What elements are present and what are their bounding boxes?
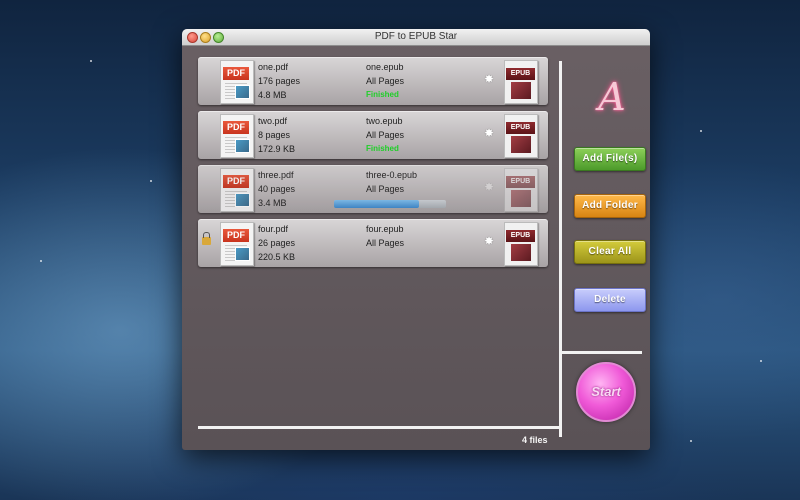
star-decoration [40, 260, 42, 262]
lock-icon [202, 232, 211, 245]
pdf-label: PDF [223, 121, 249, 134]
delete-button[interactable]: Delete [574, 288, 646, 312]
file-size: 220.5 KB [258, 252, 296, 262]
file-row[interactable]: PDF one.pdf 176 pages 4.8 MB one.epub Al… [198, 57, 548, 105]
add-folder-button[interactable]: Add Folder [574, 194, 646, 218]
gear-icon[interactable]: ✸ [484, 127, 494, 139]
add-files-button[interactable]: Add File(s) [574, 147, 646, 171]
vertical-divider [559, 61, 562, 437]
star-decoration [150, 180, 152, 182]
epub-file-icon: EPUB [504, 168, 538, 212]
pdf-file-icon: PDF [220, 60, 254, 104]
file-count: 4 files [522, 435, 548, 445]
file-row[interactable]: PDF three.pdf 40 pages 3.4 MB three-0.ep… [198, 165, 548, 213]
page-count: 26 pages [258, 238, 296, 248]
pdf-label: PDF [223, 175, 249, 188]
pdf-file-icon: PDF [220, 222, 254, 266]
output-file-name: four.epub [366, 224, 404, 234]
page-count: 40 pages [258, 184, 296, 194]
page-range: All Pages [366, 238, 405, 248]
pdf-file-icon: PDF [220, 114, 254, 158]
epub-file-icon: EPUB [504, 222, 538, 266]
file-name: one.pdf [258, 62, 289, 72]
app-logo: A [598, 75, 626, 119]
star-decoration [700, 130, 702, 132]
pdf-label: PDF [223, 67, 249, 80]
file-row[interactable]: PDF four.pdf 26 pages 220.5 KB four.epub… [198, 219, 548, 267]
output-file-name: three-0.epub [366, 170, 418, 180]
page-count: 8 pages [258, 130, 291, 140]
clear-all-button[interactable]: Clear All [574, 240, 646, 264]
sidebar-divider [562, 351, 642, 354]
conversion-progress-bar [334, 200, 446, 208]
gear-icon[interactable]: ✸ [484, 235, 494, 247]
page-range: All Pages [366, 76, 405, 86]
file-name: two.pdf [258, 116, 288, 126]
epub-label: EPUB [506, 68, 535, 80]
title-bar: PDF to EPUB Star [182, 29, 650, 46]
file-size: 4.8 MB [258, 90, 287, 100]
output-file-name: two.epub [366, 116, 403, 126]
output-file-name: one.epub [366, 62, 404, 72]
file-size: 3.4 MB [258, 198, 287, 208]
page-range: All Pages [366, 184, 405, 194]
app-window: PDF to EPUB Star PDF one.pdf 176 pages 4… [182, 29, 650, 450]
start-button[interactable]: Start [576, 362, 636, 422]
file-name: four.pdf [258, 224, 289, 234]
pdf-label: PDF [223, 229, 249, 242]
file-name: three.pdf [258, 170, 294, 180]
epub-label: EPUB [506, 176, 535, 188]
epub-file-icon: EPUB [504, 114, 538, 158]
epub-label: EPUB [506, 122, 535, 134]
status-text: Finished [366, 90, 399, 99]
horizontal-divider [198, 426, 560, 429]
epub-file-icon: EPUB [504, 60, 538, 104]
page-count: 176 pages [258, 76, 301, 86]
file-size: 172.9 KB [258, 144, 296, 154]
page-range: All Pages [366, 130, 405, 140]
star-decoration [690, 440, 692, 442]
window-title: PDF to EPUB Star [374, 31, 458, 42]
status-text: Finished [366, 144, 399, 153]
star-decoration [760, 360, 762, 362]
epub-label: EPUB [506, 230, 535, 242]
pdf-file-icon: PDF [220, 168, 254, 212]
progress-fill [334, 200, 420, 208]
star-decoration [90, 60, 92, 62]
gear-icon[interactable]: ✸ [484, 73, 494, 85]
file-row[interactable]: PDF two.pdf 8 pages 172.9 KB two.epub Al… [198, 111, 548, 159]
gear-icon[interactable]: ✸ [484, 181, 494, 193]
